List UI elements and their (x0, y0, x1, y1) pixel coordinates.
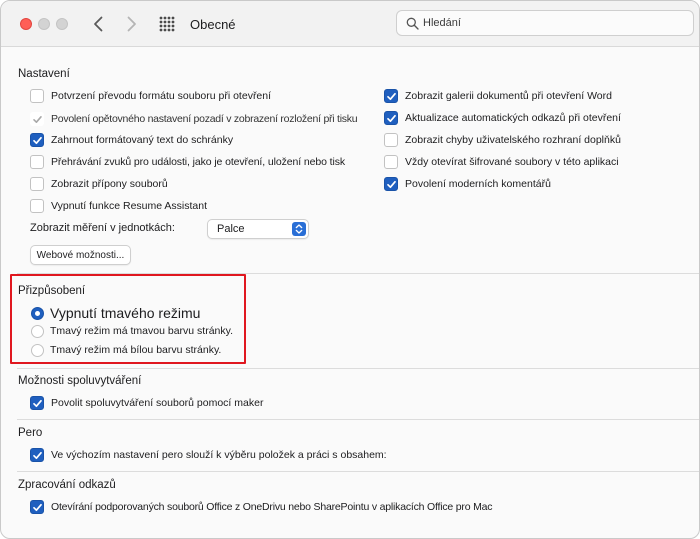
option-pen-select[interactable]: Ve výchozím nastavení pero slouží k výbě… (30, 447, 387, 463)
option-coauthoring-macros[interactable]: Povolit spoluvytváření souborů pomocí ma… (30, 395, 263, 411)
chevron-right-icon[interactable] (121, 14, 141, 34)
divider (17, 368, 699, 369)
personalization-section-title: Přizpůsobení (18, 285, 86, 297)
coauthoring-section-title: Možnosti spoluvytváření (18, 375, 142, 387)
web-options-button[interactable]: Webové možnosti... (30, 245, 131, 265)
option-include-formatted-text[interactable]: Zahrnout formátovaný text do schránky (30, 132, 233, 148)
radio-dark-mode-off[interactable]: Vypnutí tmavého režimu (31, 305, 200, 321)
radio-button-selected[interactable] (31, 306, 44, 320)
minimize-window-button[interactable] (38, 18, 50, 30)
checkbox-disabled (30, 112, 44, 126)
chevron-left-icon[interactable] (89, 14, 109, 34)
option-open-encrypted-files[interactable]: Vždy otevírat šifrované soubory v této a… (384, 154, 619, 170)
radio-dark-mode-white-page[interactable]: Tmavý režim má bílou barvu stránky. (31, 342, 221, 358)
checkbox-checked[interactable] (384, 111, 398, 125)
option-open-office-files[interactable]: Otevírání podporovaných souborů Office z… (30, 499, 493, 515)
radio-dark-mode-dark-page[interactable]: Tmavý režim má tmavou barvu stránky. (31, 323, 233, 339)
units-select[interactable]: Palce (207, 219, 309, 239)
option-show-file-extensions[interactable]: Zobrazit přípony souborů (30, 176, 168, 192)
preferences-window: Obecné Nastavení Potvrzení převodu formá… (0, 0, 700, 539)
checkbox[interactable] (384, 133, 398, 147)
search-input[interactable] (423, 14, 683, 32)
option-play-sounds[interactable]: Přehrávání zvuků pro události, jako je o… (30, 154, 345, 170)
option-confirm-conversion[interactable]: Potvrzení převodu formátu souboru při ot… (30, 88, 271, 104)
option-document-gallery[interactable]: Zobrazit galerii dokumentů při otevření … (384, 88, 612, 104)
pen-section-title: Pero (18, 427, 43, 439)
checkbox-checked[interactable] (384, 177, 398, 191)
search-box[interactable] (396, 10, 694, 36)
checkbox[interactable] (30, 177, 44, 191)
units-select-value: Palce (217, 223, 245, 235)
checkbox-checked[interactable] (30, 133, 44, 147)
option-modern-comments[interactable]: Povolení moderních komentářů (384, 176, 551, 192)
checkbox-checked[interactable] (384, 89, 398, 103)
zoom-window-button[interactable] (56, 18, 68, 30)
divider (17, 419, 699, 420)
option-resume-assistant[interactable]: Vypnutí funkce Resume Assistant (30, 198, 207, 214)
window-title: Obecné (190, 17, 236, 32)
option-background-repagination: Povolení opětovného nastavení pozadí v z… (30, 111, 358, 127)
search-icon (406, 17, 419, 30)
checkbox[interactable] (384, 155, 398, 169)
checkbox[interactable] (30, 155, 44, 169)
checkbox-checked[interactable] (30, 396, 44, 410)
checkbox[interactable] (30, 89, 44, 103)
radio-button[interactable] (31, 343, 44, 357)
settings-section-title: Nastavení (18, 68, 70, 80)
links-section-title: Zpracování odkazů (18, 479, 116, 491)
divider (17, 471, 699, 472)
select-stepper-icon (292, 222, 306, 236)
checkbox[interactable] (30, 199, 44, 213)
checkbox-checked[interactable] (30, 448, 44, 462)
option-show-addin-errors[interactable]: Zobrazit chyby uživatelského rozhraní do… (384, 132, 621, 148)
option-update-auto-links[interactable]: Aktualizace automatických odkazů při ote… (384, 110, 621, 126)
units-label: Zobrazit měření v jednotkách: (30, 222, 175, 234)
close-window-button[interactable] (20, 18, 32, 30)
grid-icon[interactable] (159, 16, 175, 32)
radio-button[interactable] (31, 324, 44, 338)
checkbox-checked[interactable] (30, 500, 44, 514)
title-bar: Obecné (1, 1, 699, 47)
